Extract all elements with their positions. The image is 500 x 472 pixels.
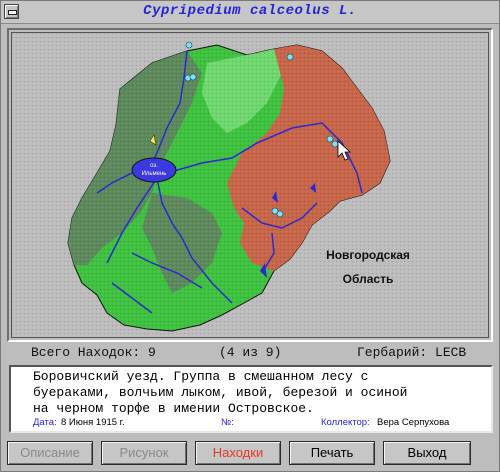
- map-frame: оз. Ильмень Новгородская Область: [7, 28, 493, 342]
- map-view[interactable]: оз. Ильмень Новгородская Область: [11, 32, 489, 338]
- number-label: №:: [221, 417, 234, 428]
- total-finds: Всего Находок: 9: [31, 345, 156, 360]
- find-marker: [185, 41, 193, 49]
- description-line: Боровичский уезд. Группа в смешанном лес…: [33, 369, 369, 384]
- region-label-line2: Область: [343, 272, 394, 286]
- find-marker: [189, 73, 197, 81]
- find-marker: [326, 135, 334, 143]
- description-line: на черном торфе в имении Островское.: [33, 401, 314, 416]
- lake-label-line2: Ильмень: [142, 171, 167, 177]
- find-marker: [276, 210, 284, 218]
- title-bar: Cypripedium calceolus L.: [1, 1, 499, 24]
- picture-button[interactable]: Рисунок: [101, 441, 187, 465]
- finds-button[interactable]: Находки: [195, 441, 281, 465]
- region-label-line1: Новгородская: [326, 248, 410, 262]
- lake-ilmen: [131, 157, 177, 183]
- status-bar: Всего Находок: 9 (4 из 9) Гербарий: LECB: [9, 344, 493, 362]
- exit-button[interactable]: Выход: [383, 441, 471, 465]
- find-marker: [331, 140, 339, 148]
- window-title: Cypripedium calceolus L.: [143, 3, 357, 19]
- find-marker: [286, 53, 294, 61]
- record-description: Боровичский уезд. Группа в смешанном лес…: [33, 369, 483, 417]
- collector-label: Коллектор:: [321, 417, 370, 428]
- app-window: Cypripedium calceolus L. оз. Ильмень Нов…: [0, 0, 500, 472]
- record-info: Боровичский уезд. Группа в смешанном лес…: [9, 365, 493, 433]
- description-line: буераками, волчьим лыком, ивой, березой …: [33, 385, 408, 400]
- record-position: (4 из 9): [219, 345, 282, 360]
- collector-value: Вера Серпухова: [377, 417, 450, 428]
- date-label: Дата:: [33, 417, 57, 428]
- print-button[interactable]: Печать: [289, 441, 375, 465]
- herbarium: Гербарий: LECB: [357, 345, 467, 360]
- region-map: оз. Ильмень Новгородская Область: [12, 33, 488, 337]
- date-value: 8 Июня 1915 г.: [61, 417, 125, 428]
- button-bar: Описание Рисунок Находки Печать Выход: [1, 439, 500, 469]
- description-button[interactable]: Описание: [7, 441, 93, 465]
- lake-label-line1: оз.: [150, 163, 158, 169]
